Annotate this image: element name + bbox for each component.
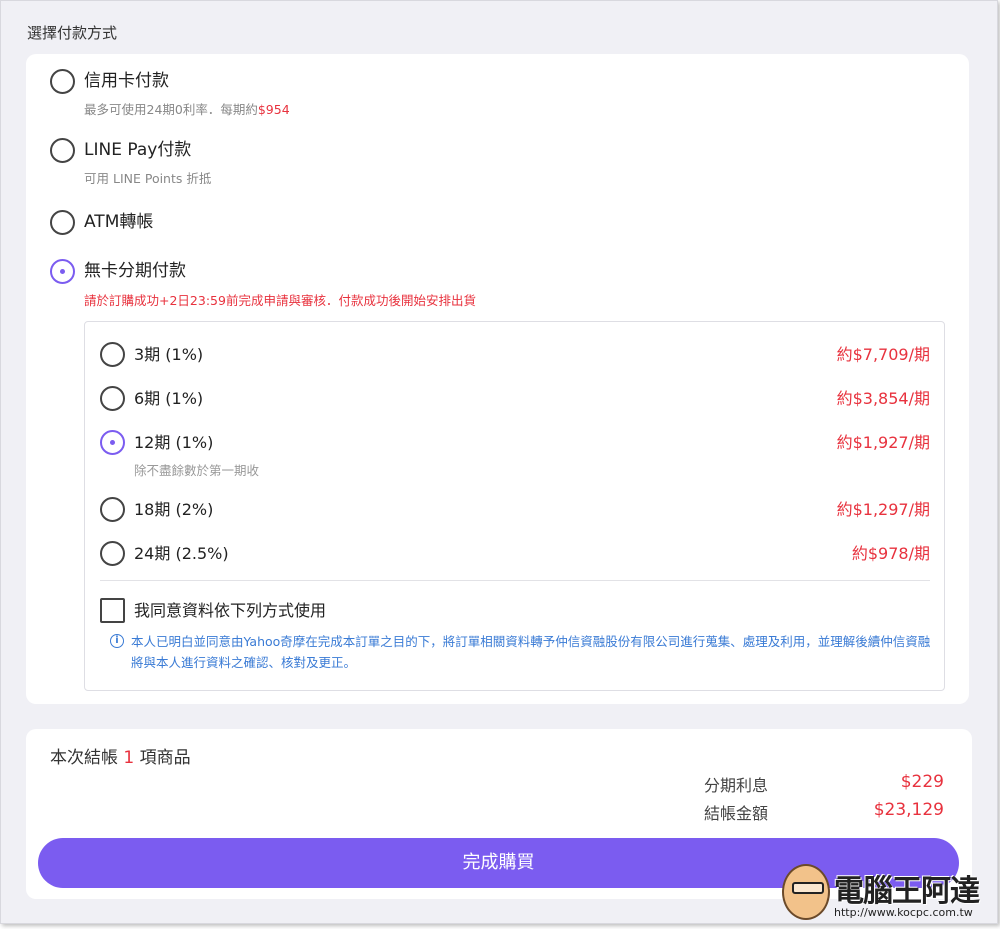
- payment-option-cardless-installment[interactable]: 無卡分期付款 請於訂購成功+2日23:59前完成申請與審核．付款成功後開始安排出…: [50, 259, 650, 309]
- radio-credit-card[interactable]: [50, 69, 75, 94]
- interest-row: 分期利息 $229: [704, 772, 944, 798]
- installment-price: 約$3,854/期: [836, 389, 930, 408]
- radio-atm[interactable]: [50, 210, 75, 235]
- page-frame: 選擇付款方式 信用卡付款 最多可使用24期0利率．每期約$954 LINE Pa…: [0, 0, 998, 924]
- consent-label[interactable]: 我同意資料依下列方式使用: [134, 598, 326, 623]
- installment-option-6[interactable]: 6期 (1%) 約$3,854/期: [100, 384, 930, 414]
- radio-line-pay[interactable]: [50, 138, 75, 163]
- radio-installment-3[interactable]: [100, 342, 125, 367]
- installment-option-18[interactable]: 18期 (2%) 約$1,297/期: [100, 495, 930, 525]
- installment-label: 18期 (2%): [134, 500, 214, 519]
- watermark-url: http://www.kocpc.com.tw: [834, 906, 973, 919]
- info-icon: i: [110, 634, 124, 648]
- item-count: 1: [123, 748, 135, 768]
- installment-note: 除不盡餘數於第一期收: [134, 463, 260, 478]
- installment-option-24[interactable]: 24期 (2.5%) 約$978/期: [100, 539, 930, 569]
- mascot-face-icon: [782, 864, 830, 920]
- watermark-logo: 電腦王阿達 http://www.kocpc.com.tw: [778, 856, 992, 926]
- payment-method-card: 信用卡付款 最多可使用24期0利率．每期約$954 LINE Pay付款 可用 …: [26, 54, 969, 704]
- installment-option-3[interactable]: 3期 (1%) 約$7,709/期: [100, 340, 930, 370]
- payment-option-line-pay[interactable]: LINE Pay付款 可用 LINE Points 折抵: [50, 138, 450, 188]
- installment-label: 12期 (1%): [134, 433, 214, 452]
- radio-installment-24[interactable]: [100, 541, 125, 566]
- installment-label: 6期 (1%): [134, 389, 204, 408]
- interest-value: $229: [900, 772, 944, 792]
- installment-price: 約$1,927/期: [836, 433, 930, 452]
- summary-title: 本次結帳 1 項商品: [50, 748, 191, 768]
- per-period-amount: $954: [257, 102, 290, 117]
- option-label: LINE Pay付款: [84, 140, 192, 160]
- radio-cardless-installment[interactable]: [50, 259, 75, 284]
- total-label: 結帳金額: [704, 804, 769, 823]
- radio-installment-6[interactable]: [100, 386, 125, 411]
- divider: [100, 580, 930, 581]
- option-subtext: 可用 LINE Points 折抵: [84, 171, 212, 186]
- installment-label: 24期 (2.5%): [134, 544, 229, 563]
- option-label: 信用卡付款: [84, 71, 169, 91]
- interest-label: 分期利息: [704, 776, 769, 795]
- payment-option-credit-card[interactable]: 信用卡付款 最多可使用24期0利率．每期約$954: [50, 69, 450, 119]
- option-subtext: 最多可使用24期0利率．每期約$954: [84, 102, 290, 117]
- installment-price: 約$978/期: [851, 544, 930, 563]
- payment-option-atm[interactable]: ATM轉帳: [50, 210, 450, 236]
- installment-options-box: 3期 (1%) 約$7,709/期 6期 (1%) 約$3,854/期 12期 …: [84, 321, 945, 691]
- option-label: ATM轉帳: [84, 212, 154, 232]
- radio-installment-18[interactable]: [100, 497, 125, 522]
- option-warning: 請於訂購成功+2日23:59前完成申請與審核．付款成功後開始安排出貨: [84, 293, 476, 308]
- option-label: 無卡分期付款: [84, 261, 186, 281]
- radio-installment-12[interactable]: [100, 430, 125, 455]
- installment-option-12[interactable]: 12期 (1%) 約$1,927/期 除不盡餘數於第一期收: [100, 428, 930, 480]
- consent-info-text: 本人已明白並同意由Yahoo奇摩在完成本訂單之目的下，將訂單相關資料轉予仲信資融…: [131, 634, 931, 670]
- installment-label: 3期 (1%): [134, 345, 204, 364]
- installment-price: 約$1,297/期: [836, 500, 930, 519]
- consent-checkbox[interactable]: [100, 598, 125, 623]
- total-value: $23,129: [873, 800, 944, 820]
- installment-price: 約$7,709/期: [836, 345, 930, 364]
- watermark-text: 電腦王阿達: [834, 874, 980, 909]
- total-row: 結帳金額 $23,129: [704, 800, 944, 826]
- section-title: 選擇付款方式: [27, 24, 118, 42]
